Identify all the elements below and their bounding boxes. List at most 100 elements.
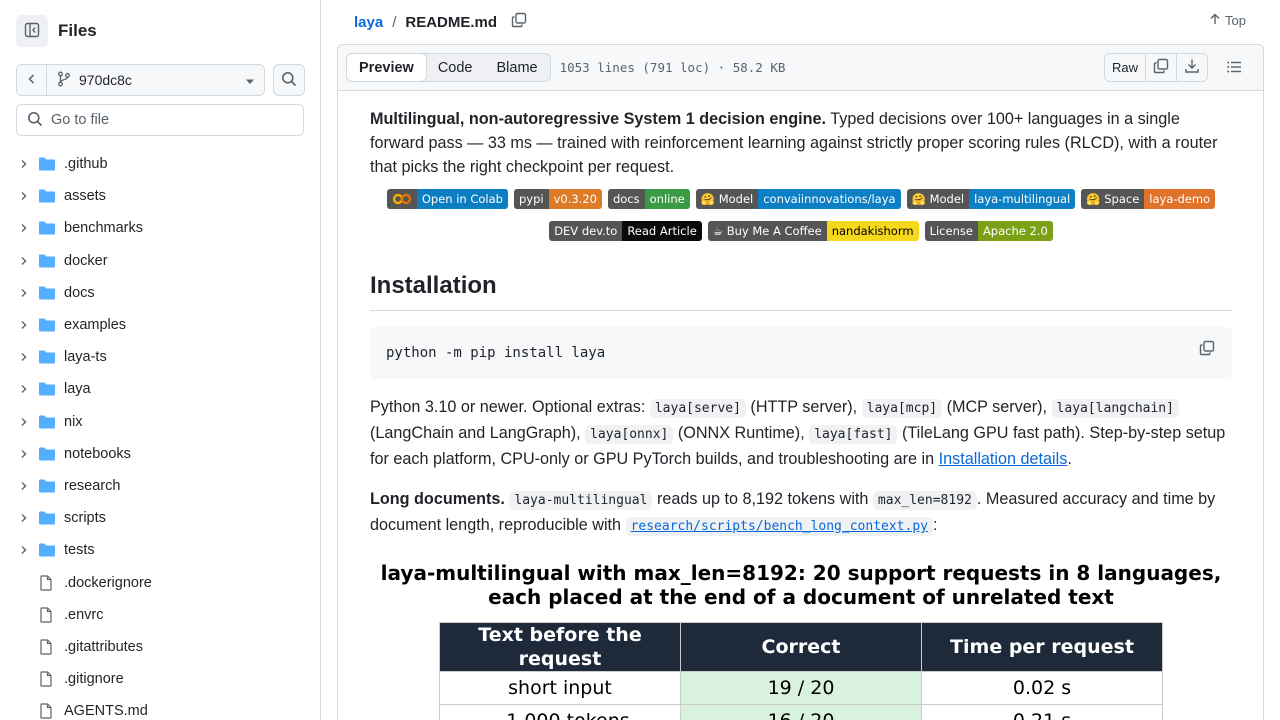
readme-body: Multilingual, non-autoregressive System … bbox=[370, 107, 1232, 720]
tree-item-folder[interactable]: scripts bbox=[16, 502, 308, 534]
install-code-block: python -m pip install laya bbox=[370, 327, 1232, 379]
breadcrumb-repo-link[interactable]: laya bbox=[354, 14, 383, 31]
tree-item-file[interactable]: .envrc bbox=[16, 599, 308, 631]
tree-item-label: assets bbox=[64, 188, 106, 205]
tree-item-folder[interactable]: docker bbox=[16, 245, 308, 277]
back-button[interactable] bbox=[17, 65, 47, 95]
chevron-right-icon[interactable] bbox=[16, 159, 32, 169]
branch-selector[interactable]: 970dc8c bbox=[16, 64, 265, 96]
bench-script-link[interactable]: research/scripts/bench_long_context.py bbox=[625, 516, 933, 536]
file-icon bbox=[38, 639, 58, 655]
tab-blame[interactable]: Blame bbox=[485, 54, 550, 81]
tree-item-file[interactable]: .gitignore bbox=[16, 663, 308, 695]
tree-item-folder[interactable]: laya bbox=[16, 373, 308, 405]
tree-item-folder[interactable]: notebooks bbox=[16, 438, 308, 470]
badge-label: Open in Colab bbox=[416, 189, 508, 209]
badge[interactable]: pypi v0.3.20 bbox=[513, 189, 602, 209]
tree-item-folder[interactable]: research bbox=[16, 470, 308, 502]
chevron-right-icon[interactable] bbox=[16, 513, 32, 523]
chevron-right-icon[interactable] bbox=[16, 417, 32, 427]
badge-label: License bbox=[924, 221, 978, 241]
chevron-right-icon[interactable] bbox=[16, 320, 32, 330]
tree-item-label: AGENTS.md bbox=[64, 703, 148, 720]
go-to-file-field[interactable] bbox=[16, 104, 304, 136]
tree-item-folder[interactable]: assets bbox=[16, 180, 308, 212]
badge[interactable]: 🤗 Model convaiinnovations/laya bbox=[695, 189, 901, 209]
tree-item-label: tests bbox=[64, 542, 95, 559]
badge-value: nandakishorm bbox=[826, 221, 919, 241]
folder-icon bbox=[38, 510, 58, 526]
tree-item-label: benchmarks bbox=[64, 220, 143, 237]
copy-code-button[interactable] bbox=[1196, 340, 1218, 362]
copy-raw-button[interactable] bbox=[1146, 54, 1177, 81]
copy-path-button[interactable] bbox=[507, 10, 531, 34]
tree-item-file[interactable]: AGENTS.md bbox=[16, 695, 308, 720]
badge-row: Open in Colab pypi v0.3.20 docs online 🤗 Mode… bbox=[370, 189, 1232, 241]
tree-item-label: docker bbox=[64, 252, 108, 269]
tree-item-folder[interactable]: tests bbox=[16, 534, 308, 566]
branch-row: 970dc8c bbox=[16, 64, 305, 96]
branch-name-area[interactable]: 970dc8c bbox=[47, 71, 236, 90]
chevron-right-icon[interactable] bbox=[16, 481, 32, 491]
chevron-right-icon[interactable] bbox=[16, 223, 32, 233]
folder-icon bbox=[38, 542, 58, 558]
badge[interactable]: 🤗 Model laya-multilingual bbox=[906, 189, 1076, 209]
chevron-right-icon[interactable] bbox=[16, 449, 32, 459]
chevron-right-icon[interactable] bbox=[16, 256, 32, 266]
tree-item-file[interactable]: .gitattributes bbox=[16, 631, 308, 663]
caret-down-icon bbox=[245, 72, 255, 88]
arrow-up-icon bbox=[1209, 13, 1221, 28]
copy-icon bbox=[511, 12, 527, 32]
long-docs-text: : bbox=[932, 516, 938, 534]
search-code-button[interactable] bbox=[273, 64, 305, 96]
list-unordered-icon bbox=[1226, 59, 1242, 78]
badge-label: docs bbox=[607, 189, 645, 209]
chevron-right-icon[interactable] bbox=[16, 191, 32, 201]
file-icon bbox=[38, 574, 58, 591]
collapse-sidebar-button[interactable] bbox=[16, 15, 48, 47]
badge[interactable]: docs online bbox=[607, 189, 690, 209]
chevron-right-icon[interactable] bbox=[16, 352, 32, 362]
back-to-top-button[interactable]: Top bbox=[1209, 13, 1246, 28]
badge[interactable]: ☕ Buy Me A Coffee nandakishorm bbox=[707, 221, 919, 241]
outline-button[interactable] bbox=[1223, 57, 1245, 79]
chevron-right-icon[interactable] bbox=[16, 384, 32, 394]
folder-icon bbox=[38, 381, 58, 397]
raw-button[interactable]: Raw bbox=[1105, 54, 1146, 81]
tree-item-folder[interactable]: .github bbox=[16, 148, 308, 180]
file-icon bbox=[38, 671, 58, 687]
tree-item-folder[interactable]: laya-ts bbox=[16, 341, 308, 373]
badge[interactable]: DEV dev.to Read Article bbox=[549, 221, 702, 241]
extra-serve: laya[serve] bbox=[649, 399, 746, 418]
badge[interactable]: Open in Colab bbox=[386, 189, 508, 209]
column-header: Correct bbox=[680, 622, 922, 672]
download-button[interactable] bbox=[1177, 54, 1207, 81]
branch-dropdown-button[interactable] bbox=[236, 72, 264, 88]
chevron-right-icon[interactable] bbox=[16, 288, 32, 298]
installation-details-link[interactable]: Installation details bbox=[939, 450, 1068, 468]
table-row: short input 19 / 20 0.02 s bbox=[439, 671, 1163, 705]
folder-icon bbox=[38, 156, 58, 172]
breadcrumb-file-name: README.md bbox=[405, 13, 498, 31]
tree-item-folder[interactable]: docs bbox=[16, 277, 308, 309]
bench-script-code: research/scripts/bench_long_context.py bbox=[625, 517, 933, 536]
tree-item-folder[interactable]: nix bbox=[16, 406, 308, 438]
badge-value: convaiinnovations/laya bbox=[758, 189, 901, 209]
file-view: Preview Code Blame 1053 lines (791 loc) … bbox=[337, 44, 1264, 720]
tree-item-folder[interactable]: benchmarks bbox=[16, 212, 308, 244]
extras-text: . bbox=[1067, 450, 1072, 468]
go-to-file-input[interactable] bbox=[51, 112, 291, 128]
badge-value: v0.3.20 bbox=[548, 189, 602, 209]
tab-preview[interactable]: Preview bbox=[346, 53, 427, 82]
badge-value: laya-multilingual bbox=[969, 189, 1076, 209]
long-docs-bold: Long documents. bbox=[370, 490, 505, 508]
chevron-right-icon[interactable] bbox=[16, 545, 32, 555]
tree-item-label: .gitignore bbox=[64, 671, 124, 688]
file-icon bbox=[38, 607, 58, 623]
tree-item-folder[interactable]: examples bbox=[16, 309, 308, 341]
tab-code[interactable]: Code bbox=[426, 54, 485, 81]
extras-text: (MCP server), bbox=[942, 398, 1052, 416]
badge[interactable]: 🤗 Space laya-demo bbox=[1081, 189, 1216, 209]
badge[interactable]: License Apache 2.0 bbox=[924, 221, 1053, 241]
tree-item-file[interactable]: .dockerignore bbox=[16, 566, 308, 598]
